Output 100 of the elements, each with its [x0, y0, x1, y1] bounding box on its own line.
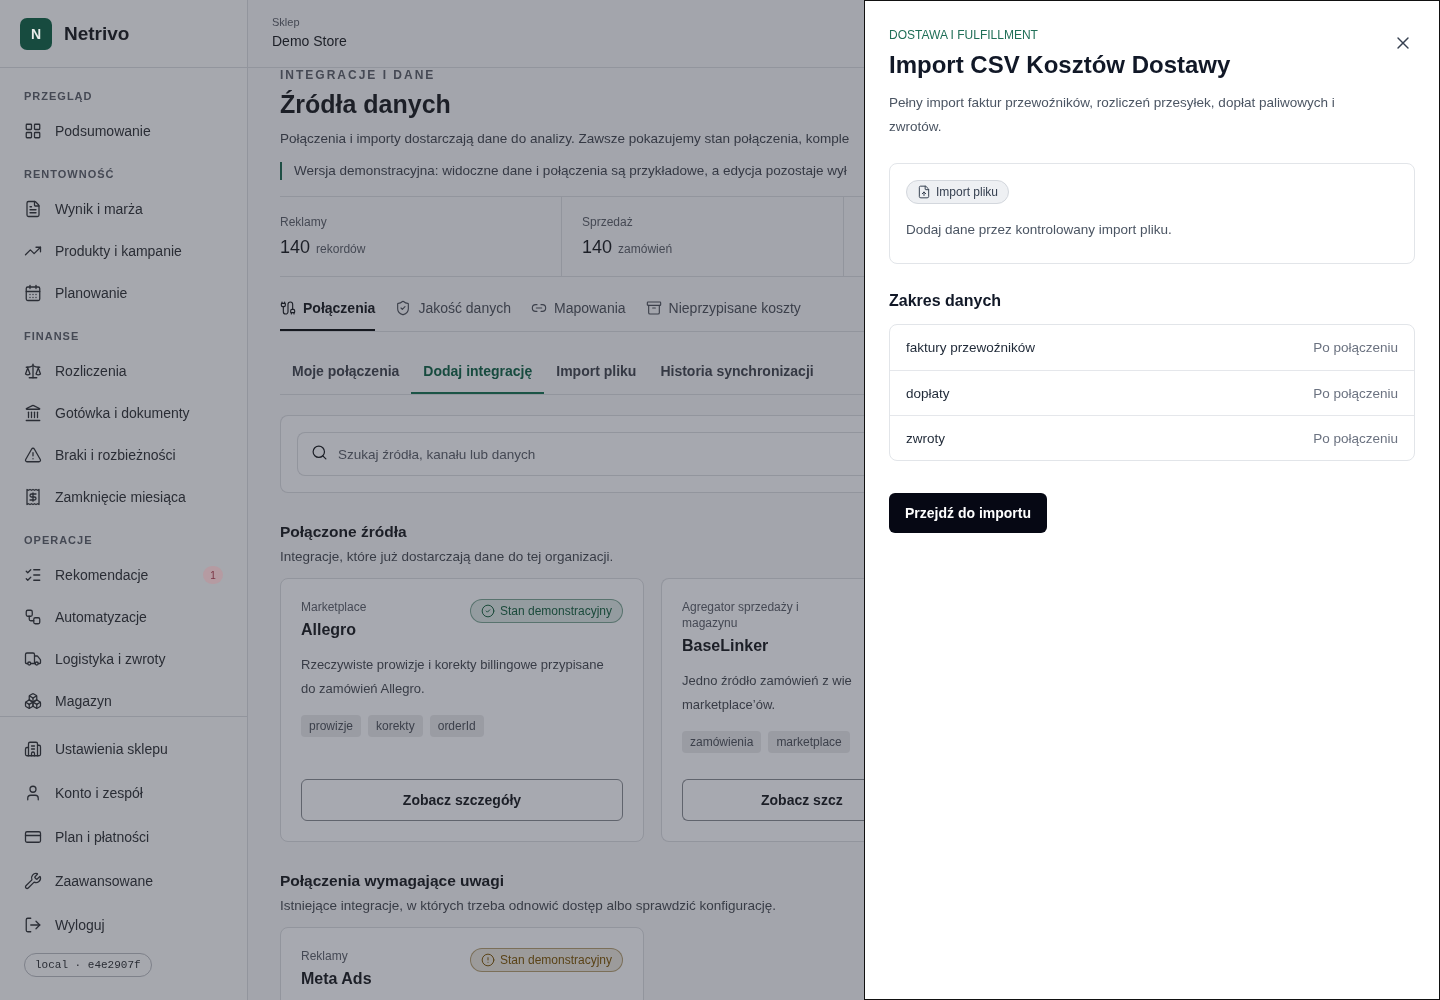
- check-circle-icon: [480, 604, 495, 618]
- drawer-eyebrow: DOSTAWA I FULFILLMENT: [889, 28, 1038, 42]
- card-title: Allegro: [301, 621, 358, 639]
- nav-item[interactable]: Zaawansowane: [0, 859, 247, 903]
- sub-tab[interactable]: Import pliku: [544, 350, 649, 394]
- scope-label: dopłaty: [906, 385, 950, 401]
- source-text: Dodaj dane przez kontrolowany import pliku.: [906, 222, 1172, 237]
- stat-value: 140: [280, 237, 311, 258]
- card-title: BaseLinker: [682, 637, 770, 655]
- nav-item[interactable]: Produkty i kampanie: [0, 230, 247, 272]
- status-badge: Stan demonstracyjny: [469, 948, 623, 972]
- file-upload-icon: [917, 185, 931, 199]
- page-title: Źródła danych: [280, 90, 452, 119]
- card-title: Meta Ads: [301, 970, 372, 988]
- workflow-icon: [24, 608, 42, 626]
- card-category: Marketplace: [301, 599, 367, 615]
- tab[interactable]: Mapowania: [531, 287, 626, 331]
- archive-icon: [645, 300, 662, 316]
- credit-card-icon: [24, 828, 42, 846]
- nav-item[interactable]: Rekomendacje 1: [0, 554, 247, 596]
- stat-unit: rekordów: [316, 242, 366, 256]
- user-icon: [24, 784, 42, 802]
- card-description: Rzeczywiste prowizje i korekty billingowe przypisane do zamówień Allegro.: [301, 656, 605, 698]
- page-eyebrow: INTEGRACJE I DANE: [280, 68, 437, 82]
- cable-icon: [280, 300, 296, 316]
- nav-section-title: PRZEGLĄD: [23, 89, 94, 104]
- scope-value: Po połączeniu: [1313, 340, 1398, 355]
- import-button[interactable]: Przejdź do importu: [889, 493, 1047, 533]
- store-label: Sklep: [272, 16, 301, 28]
- nav-item[interactable]: Gotówka i dokumenty: [0, 392, 247, 434]
- sub-tab[interactable]: Historia synchronizacji: [648, 350, 826, 394]
- document-icon: [24, 200, 42, 218]
- store-name: Demo Store: [272, 33, 348, 49]
- count-badge: 1: [203, 566, 223, 584]
- bank-icon: [24, 404, 42, 422]
- nav-section-title: RENTOWNOŚĆ: [23, 167, 116, 182]
- scope-value: Po połączeniu: [1313, 385, 1398, 401]
- tab[interactable]: Połączenia: [280, 287, 376, 331]
- building-icon: [24, 740, 42, 758]
- nav-item[interactable]: Wyloguj: [0, 903, 247, 947]
- receipt-icon: [24, 488, 42, 506]
- nav-item[interactable]: Konto i zespół: [0, 771, 247, 815]
- logo: N: [20, 17, 52, 50]
- wrench-icon: [24, 872, 42, 890]
- tag: zamówienia: [682, 731, 762, 753]
- section-subtitle: Integracje, które już dostarczają dane do tej organizacji.: [280, 549, 615, 564]
- stat-value: 140: [582, 237, 613, 258]
- nav-section-title: OPERACJE: [23, 533, 94, 548]
- card-category: Reklamy: [301, 948, 349, 964]
- nav-item[interactable]: Podsumowanie: [0, 110, 247, 152]
- sub-tab[interactable]: Dodaj integrację: [411, 350, 545, 394]
- nav-item[interactable]: Automatyzacje: [0, 596, 247, 638]
- nav-item[interactable]: Plan i płatności: [0, 815, 247, 859]
- shield-check-icon: [395, 300, 412, 316]
- page-description: Połączenia i importy dostarczają dane do analizy. Zawsze pokazujemy stan połączenia, komple: [280, 131, 851, 146]
- warning-icon: [24, 446, 42, 464]
- card-description: Jedno źródło zamówień z wie marketplace’ów.: [682, 672, 853, 714]
- nav-item[interactable]: Logistyka i zwroty: [0, 638, 247, 680]
- nav-item[interactable]: Rozliczenia: [0, 350, 247, 392]
- stat-label: Sprzedaż: [582, 215, 634, 229]
- drawer-description: Pełny import faktur przewoźników, rozliczeń przesyłek, dopłat paliwowych i zwrotów.: [889, 94, 1336, 136]
- boxes-icon: [24, 692, 42, 710]
- scope-label: zwroty: [906, 430, 945, 446]
- brand-name: Netrivo: [64, 22, 130, 45]
- source-chip: Import pliku: [906, 180, 1010, 204]
- stat-label: Reklamy: [280, 215, 328, 229]
- tag: marketplace: [768, 731, 850, 753]
- nav-item[interactable]: Planowanie: [0, 272, 247, 314]
- tab[interactable]: Jakość danych: [395, 287, 511, 331]
- sub-tab[interactable]: Moje połączenia: [280, 350, 412, 394]
- logout-icon: [24, 916, 42, 934]
- alert-circle-icon: [480, 953, 495, 967]
- details-button[interactable]: Zobacz szcz: [682, 779, 864, 821]
- search-field[interactable]: Szukaj źródła, kanału lub danych: [297, 432, 864, 476]
- nav-item[interactable]: Braki i rozbieżności: [0, 434, 247, 476]
- tag: prowizje: [301, 715, 361, 737]
- nav-item[interactable]: Wynik i marża: [0, 188, 247, 230]
- scope-label: faktury przewoźników: [906, 340, 1036, 355]
- layout-grid-icon: [24, 122, 42, 140]
- scale-icon: [24, 362, 42, 380]
- calendar-icon: [24, 284, 42, 302]
- details-button[interactable]: Zobacz szczegóły: [301, 779, 623, 821]
- scope-value: Po połączeniu: [1313, 430, 1398, 446]
- drawer-title: Import CSV Kosztów Dostawy: [889, 51, 1231, 79]
- section-title: Połączenia wymagające uwagi: [280, 872, 505, 890]
- nav-item[interactable]: Ustawienia sklepu: [0, 727, 247, 771]
- search-icon: [311, 444, 328, 461]
- nav-item[interactable]: Zamknięcie miesiąca: [0, 476, 247, 518]
- nav-item[interactable]: Magazyn: [0, 680, 247, 716]
- card-category: Agregator sprzedaży i magazynu: [682, 599, 800, 631]
- tag: orderId: [429, 715, 484, 737]
- truck-icon: [24, 650, 42, 668]
- stat-unit: zamówień: [618, 242, 673, 256]
- nav-section-title: FINANSE: [23, 329, 81, 344]
- tab[interactable]: Nieprzypisane koszty: [645, 287, 801, 331]
- scope-title: Zakres danych: [889, 292, 1003, 310]
- section-title: Połączone źródła: [280, 523, 408, 541]
- checklist-icon: [24, 566, 42, 584]
- tag: korekty: [368, 715, 423, 737]
- status-badge: Stan demonstracyjny: [469, 599, 623, 623]
